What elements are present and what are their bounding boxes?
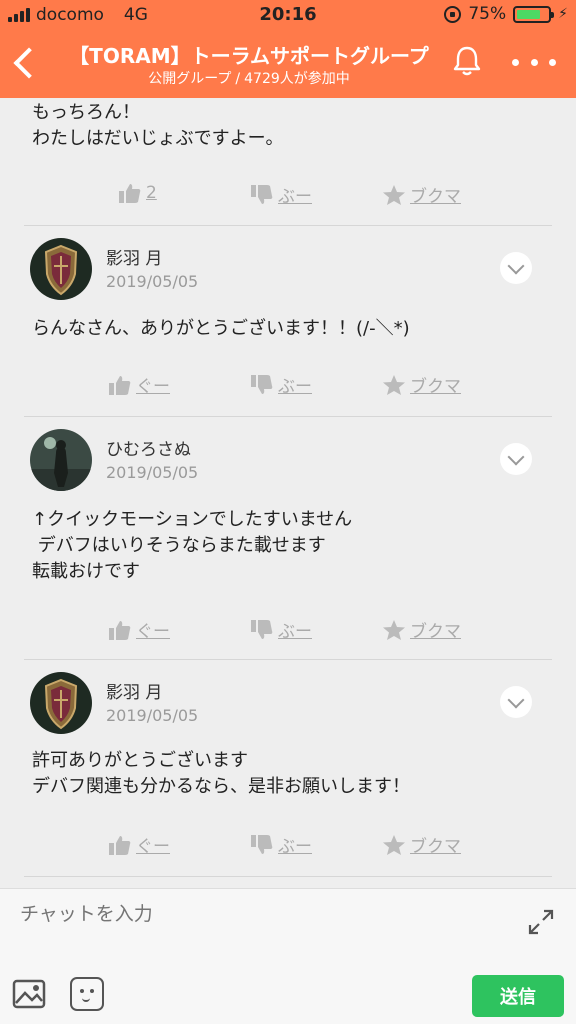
boo-label: ぶー bbox=[278, 622, 312, 642]
like-count: 2 bbox=[146, 183, 157, 203]
thumbs-up-icon bbox=[109, 375, 131, 395]
expand-icon[interactable] bbox=[526, 907, 556, 937]
avatar[interactable] bbox=[30, 238, 92, 300]
thumbs-down-icon bbox=[251, 834, 273, 854]
post-body: もっちろん！ わたしはだいじょぶですよー。 bbox=[32, 102, 284, 149]
thumbs-down-icon bbox=[251, 374, 273, 394]
like-button[interactable]: ぐー bbox=[108, 372, 170, 397]
star-icon bbox=[383, 834, 405, 855]
bookmark-button[interactable]: ブクマ bbox=[382, 832, 461, 857]
member-count: 4729人が参加中 bbox=[244, 71, 350, 87]
thumbs-down-icon bbox=[251, 184, 273, 204]
post-item: もっちろん！ わたしはだいじょぶですよー。 2 ぶー ブクマ bbox=[24, 98, 552, 224]
boo-button[interactable]: ぶー bbox=[250, 832, 312, 857]
author-name[interactable]: 影羽 月 bbox=[106, 678, 162, 703]
boo-button[interactable]: ぶー bbox=[250, 617, 312, 642]
thumbs-up-icon bbox=[109, 835, 131, 855]
chevron-down-icon[interactable] bbox=[500, 252, 532, 284]
chevron-down-icon[interactable] bbox=[500, 443, 532, 475]
battery-fill bbox=[517, 9, 540, 19]
post-body: らんなさん、ありがとうございます！！(/-＼*) bbox=[32, 318, 410, 339]
charging-icon: ⚡ bbox=[558, 6, 568, 22]
like-button[interactable]: ぐー bbox=[108, 617, 170, 642]
boo-button[interactable]: ぶー bbox=[250, 182, 312, 207]
boo-label: ぶー bbox=[278, 377, 312, 397]
group-header: 【TORAM】トーラムサポートグループ 公開グループ/4729人が参加中 bbox=[0, 30, 576, 98]
post-item: 影羽 月 2019/05/05 許可ありがとうございます デバフ関連も分かるなら… bbox=[24, 660, 552, 876]
like-button[interactable]: 2 bbox=[118, 182, 157, 204]
back-icon[interactable] bbox=[8, 44, 42, 84]
like-label: ぐー bbox=[136, 622, 170, 642]
bookmark-label: ブクマ bbox=[410, 377, 461, 397]
battery-icon bbox=[513, 5, 555, 23]
post-divider bbox=[24, 876, 552, 877]
more-menu-icon[interactable] bbox=[512, 52, 556, 72]
boo-label: ぶー bbox=[278, 837, 312, 857]
post-item: ひむろさぬ 2019/05/05 ↑クイックモーションでしたすいません デバフは… bbox=[24, 417, 552, 661]
bookmark-label: ブクマ bbox=[410, 837, 461, 857]
like-label: ぐー bbox=[136, 837, 170, 857]
status-bar: docomo 4G 20:16 75% ⚡ bbox=[0, 0, 576, 30]
chevron-down-icon[interactable] bbox=[500, 686, 532, 718]
star-icon bbox=[383, 184, 405, 205]
battery-percent: 75% bbox=[468, 4, 507, 24]
boo-label: ぶー bbox=[278, 187, 312, 207]
bell-icon[interactable] bbox=[450, 44, 484, 78]
image-icon[interactable] bbox=[12, 979, 46, 1009]
thumbs-up-icon bbox=[119, 184, 141, 203]
status-right: 75% ⚡ bbox=[444, 4, 568, 24]
bookmark-button[interactable]: ブクマ bbox=[382, 182, 461, 207]
shield-crest-icon bbox=[30, 672, 92, 734]
send-button[interactable]: 送信 bbox=[472, 975, 564, 1017]
thumbs-up-icon bbox=[109, 620, 131, 640]
emoji-icon[interactable] bbox=[70, 977, 104, 1011]
star-icon bbox=[383, 619, 405, 640]
author-name[interactable]: ひむろさぬ bbox=[106, 435, 191, 460]
bookmark-button[interactable]: ブクマ bbox=[382, 617, 461, 642]
subtitle-separator: / bbox=[235, 71, 241, 87]
chat-input[interactable] bbox=[20, 903, 500, 925]
star-icon bbox=[383, 374, 405, 395]
group-subtitle: 公開グループ/4729人が参加中 bbox=[62, 68, 436, 88]
post-date: 2019/05/05 bbox=[106, 463, 199, 482]
bookmark-label: ブクマ bbox=[410, 622, 461, 642]
post-item: 影羽 月 2019/05/05 らんなさん、ありがとうございます！！(/-＼*)… bbox=[24, 226, 552, 416]
avatar[interactable] bbox=[30, 429, 92, 491]
post-body: 許可ありがとうございます デバフ関連も分かるなら、是非お願いします！ bbox=[32, 750, 410, 797]
thumbs-down-icon bbox=[251, 619, 273, 639]
bookmark-label: ブクマ bbox=[410, 187, 461, 207]
message-feed[interactable]: もっちろん！ わたしはだいじょぶですよー。 2 ぶー ブクマ 影羽 月 2019… bbox=[0, 98, 576, 888]
post-body: ↑クイックモーションでしたすいません デバフはいりそうならまた載せます 転載おけ… bbox=[32, 509, 353, 582]
post-date: 2019/05/05 bbox=[106, 272, 199, 291]
like-button[interactable]: ぐー bbox=[108, 832, 170, 857]
author-name[interactable]: 影羽 月 bbox=[106, 244, 162, 269]
post-date: 2019/05/05 bbox=[106, 706, 199, 725]
like-label: ぐー bbox=[136, 377, 170, 397]
rotation-lock-icon bbox=[444, 5, 462, 23]
boo-button[interactable]: ぶー bbox=[250, 372, 312, 397]
group-type: 公開グループ bbox=[148, 71, 232, 87]
character-avatar-icon bbox=[30, 429, 92, 491]
group-title: 【TORAM】トーラムサポートグループ bbox=[69, 44, 429, 68]
chat-composer: 送信 bbox=[0, 888, 576, 1024]
shield-crest-icon bbox=[30, 238, 92, 300]
bookmark-button[interactable]: ブクマ bbox=[382, 372, 461, 397]
avatar[interactable] bbox=[30, 672, 92, 734]
